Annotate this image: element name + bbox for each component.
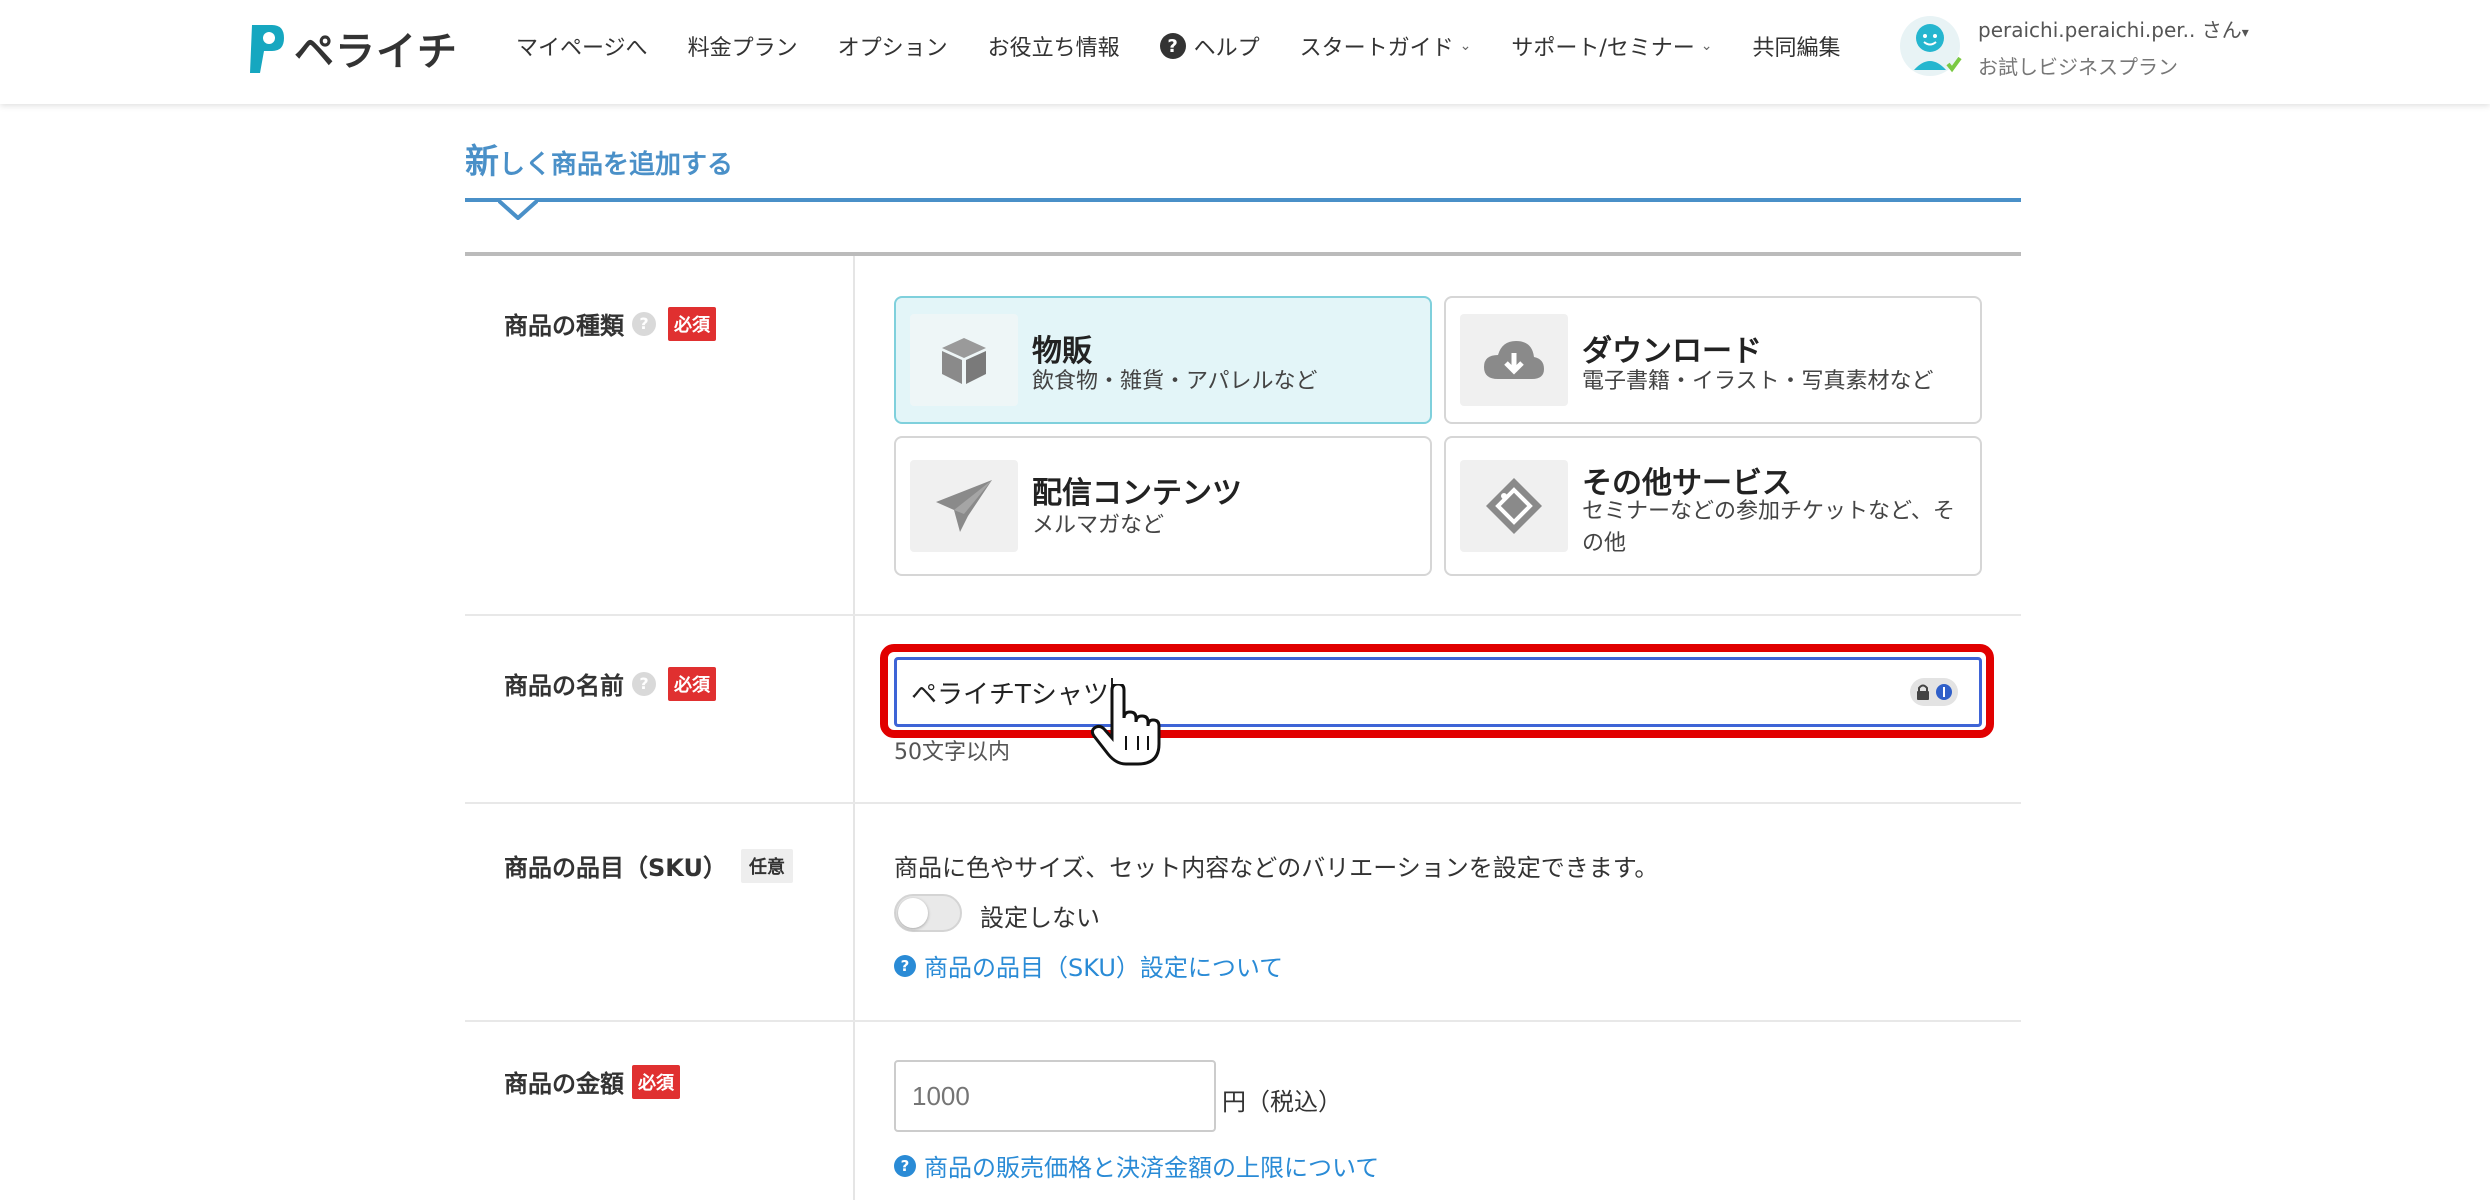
question-icon[interactable]: ? bbox=[632, 671, 656, 696]
product-type-card-other-service[interactable]: その他サービス セミナーなどの参加チケットなど、その他 bbox=[1444, 436, 1982, 576]
sku-description: 商品に色やサイズ、セット内容などのバリエーションを設定できます。 bbox=[894, 854, 1659, 882]
card-desc: セミナーなどの参加チケットなど、その他 bbox=[1582, 499, 1955, 556]
password-manager-icon[interactable] bbox=[1910, 678, 1958, 706]
nav-support[interactable]: サポート/セミナー ⌄ bbox=[1511, 30, 1712, 62]
sku-toggle-label: 設定しない bbox=[980, 904, 1100, 932]
nav-help[interactable]: ? ヘルプ bbox=[1159, 30, 1260, 62]
caret-down-icon: ▾ bbox=[2241, 25, 2249, 41]
chevron-down-icon: ⌄ bbox=[1459, 38, 1472, 54]
form-top-divider bbox=[465, 252, 2021, 256]
product-type-label-text: 商品の種類 bbox=[504, 312, 624, 340]
sku-label: 商品の品目（SKU） 任意 bbox=[504, 848, 793, 883]
product-type-label: 商品の種類 ? 必須 bbox=[504, 306, 716, 341]
price-help-link[interactable]: ? 商品の販売価格と決済金額の上限について bbox=[894, 1148, 1379, 1183]
card-title: 配信コンテンツ bbox=[1032, 476, 1242, 511]
row-divider bbox=[465, 1020, 2021, 1022]
card-title: 物販 bbox=[1032, 334, 1092, 369]
question-icon[interactable]: ? bbox=[632, 311, 656, 336]
page-title-first-char: 新 bbox=[465, 142, 499, 182]
price-label-text: 商品の金額 bbox=[504, 1070, 624, 1098]
price-input[interactable] bbox=[894, 1060, 1216, 1132]
toggle-knob bbox=[898, 898, 928, 928]
product-type-card-physical[interactable]: 物販 飲食物・雑貨・アパレルなど bbox=[894, 296, 1432, 424]
paper-plane-icon bbox=[910, 460, 1018, 552]
user-menu[interactable]: peraichi.peraichi.per.. さん▾ お試しビジネスプラン bbox=[1900, 14, 2249, 80]
sku-help-link[interactable]: ? 商品の品目（SKU）設定について bbox=[894, 948, 1283, 983]
chevron-down-icon: ⌄ bbox=[1700, 38, 1713, 54]
optional-badge: 任意 bbox=[740, 848, 793, 883]
question-circle-icon: ? bbox=[894, 954, 916, 977]
price-help-link-text: 商品の販売価格と決済金額の上限について bbox=[924, 1154, 1380, 1182]
user-name[interactable]: peraichi.peraichi.per.. さん▾ bbox=[1978, 14, 2249, 43]
nav-options[interactable]: オプション bbox=[838, 30, 948, 62]
nav-info[interactable]: お役立ち情報 bbox=[988, 30, 1120, 62]
product-name-label-text: 商品の名前 bbox=[504, 672, 624, 700]
form-column-divider bbox=[853, 256, 855, 1200]
row-divider bbox=[465, 802, 2021, 804]
question-circle-icon: ? bbox=[1159, 33, 1186, 59]
product-name-input[interactable]: ペライチTシャツ bbox=[894, 657, 1982, 727]
question-circle-icon: ? bbox=[894, 1154, 916, 1177]
nav-support-label: サポート/セミナー bbox=[1511, 36, 1695, 61]
product-type-card-download[interactable]: ダウンロード 電子書籍・イラスト・写真素材など bbox=[1444, 296, 1982, 424]
title-notch bbox=[498, 200, 538, 220]
card-title: ダウンロード bbox=[1582, 334, 1762, 369]
row-divider bbox=[465, 614, 2021, 616]
page-title: 新しく商品を追加する bbox=[465, 134, 733, 183]
logo-text: ペライチ bbox=[294, 29, 458, 75]
nav-mypage[interactable]: マイページへ bbox=[516, 30, 648, 62]
nav-help-label: ヘルプ bbox=[1193, 36, 1260, 61]
page-title-rest: しく商品を追加する bbox=[499, 150, 734, 180]
cloud-download-icon bbox=[1460, 314, 1568, 406]
ticket-icon bbox=[1460, 460, 1568, 552]
nav-pricing[interactable]: 料金プラン bbox=[688, 30, 798, 62]
sku-label-text: 商品の品目（SKU） bbox=[504, 854, 727, 882]
user-plan: お試しビジネスプラン bbox=[1978, 55, 2178, 79]
product-name-label: 商品の名前 ? 必須 bbox=[504, 666, 716, 701]
nav-startguide[interactable]: スタートガイド ⌄ bbox=[1300, 30, 1472, 62]
product-name-value: ペライチTシャツ bbox=[911, 679, 1109, 710]
sku-help-link-text: 商品の品目（SKU）設定について bbox=[924, 954, 1284, 982]
card-desc: メルマガなど bbox=[1032, 513, 1165, 538]
nav-coedit[interactable]: 共同編集 bbox=[1753, 30, 1841, 62]
price-label: 商品の金額 必須 bbox=[504, 1064, 680, 1099]
peraichi-logo[interactable]: ペライチ bbox=[246, 18, 458, 78]
main-nav: マイページへ 料金プラン オプション お役立ち情報 ? ヘルプ スタートガイド … bbox=[516, 30, 1881, 62]
price-unit: 円（税込） bbox=[1222, 1088, 1342, 1116]
box-icon bbox=[910, 314, 1018, 406]
avatar bbox=[1900, 16, 1962, 76]
card-desc: 電子書籍・イラスト・写真素材など bbox=[1582, 369, 1934, 394]
required-badge: 必須 bbox=[668, 306, 716, 341]
user-name-text: peraichi.peraichi.per.. さん bbox=[1978, 18, 2242, 42]
logo-p-icon bbox=[250, 25, 284, 73]
title-underline bbox=[465, 198, 2021, 202]
product-type-card-content[interactable]: 配信コンテンツ メルマガなど bbox=[894, 436, 1432, 576]
nav-startguide-label: スタートガイド bbox=[1299, 36, 1454, 61]
product-name-helper: 50文字以内 bbox=[894, 740, 1010, 765]
required-badge: 必須 bbox=[632, 1064, 680, 1099]
sku-toggle[interactable] bbox=[894, 894, 962, 932]
hand-pointer-icon bbox=[1090, 684, 1161, 766]
required-badge: 必須 bbox=[668, 666, 716, 701]
card-desc: 飲食物・雑貨・アパレルなど bbox=[1032, 369, 1318, 394]
top-header: ペライチ マイページへ 料金プラン オプション お役立ち情報 ? ヘルプ スター… bbox=[0, 0, 2490, 104]
